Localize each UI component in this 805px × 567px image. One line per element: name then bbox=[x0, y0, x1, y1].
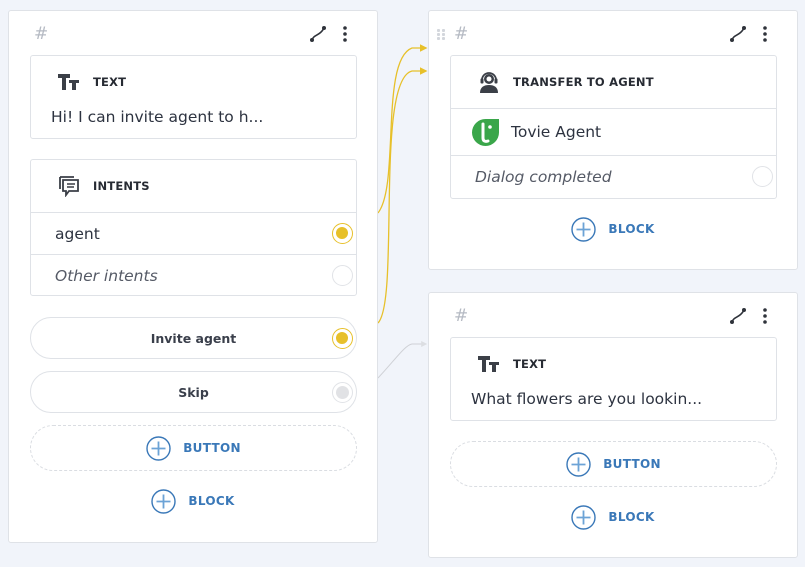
intents-block-title: INTENTS bbox=[31, 160, 356, 212]
connector-invite-agent-to-transfer[interactable] bbox=[377, 67, 428, 324]
route-icon[interactable] bbox=[729, 25, 747, 43]
text-block-label: TEXT bbox=[93, 75, 127, 89]
add-button-label: BUTTON bbox=[183, 441, 241, 455]
intent-row-agent[interactable]: agent bbox=[31, 212, 356, 254]
agent-name: Tovie Agent bbox=[511, 123, 602, 141]
text-block[interactable]: TEXT What flowers are you lookin... bbox=[450, 337, 777, 421]
tovie-logo-icon bbox=[472, 118, 499, 146]
transfer-to-agent-block[interactable]: TRANSFER TO AGENT Tovie Agent Dialog com… bbox=[450, 55, 777, 199]
add-block-label: BLOCK bbox=[608, 510, 655, 524]
text-block-title: TEXT bbox=[451, 338, 776, 390]
option-connector-dot[interactable] bbox=[752, 166, 773, 187]
add-button-button[interactable]: BUTTON bbox=[450, 441, 777, 487]
hash-tag-icon[interactable]: # bbox=[454, 23, 468, 45]
intent-connector-dot[interactable] bbox=[332, 223, 353, 244]
plus-circle-icon bbox=[151, 488, 177, 514]
intents-block[interactable]: INTENTS agent Other intents bbox=[30, 159, 357, 296]
text-format-icon bbox=[57, 70, 81, 94]
intent-label: agent bbox=[55, 224, 100, 243]
intents-block-label: INTENTS bbox=[93, 179, 150, 193]
add-block-label: BLOCK bbox=[188, 494, 235, 508]
text-block-title: TEXT bbox=[31, 56, 356, 108]
card-header: # bbox=[429, 23, 797, 45]
text-format-icon bbox=[477, 352, 501, 376]
transfer-block-label: TRANSFER TO AGENT bbox=[513, 75, 654, 89]
plus-circle-icon bbox=[146, 435, 171, 461]
screen-card-intro[interactable]: # TEXT Hi! I can invite agent to h... IN… bbox=[8, 10, 378, 543]
status-option-label: Dialog completed bbox=[475, 167, 612, 186]
hash-tag-icon[interactable]: # bbox=[454, 305, 468, 327]
add-button-label: BUTTON bbox=[603, 457, 661, 471]
route-icon[interactable] bbox=[729, 307, 747, 325]
screen-card-flowers[interactable]: # TEXT What flowers are you lookin... BU… bbox=[428, 292, 798, 558]
intent-row-other[interactable]: Other intents bbox=[31, 254, 356, 296]
more-vertical-icon[interactable] bbox=[340, 25, 350, 43]
add-block-label: BLOCK bbox=[608, 222, 655, 236]
add-block-button[interactable]: BLOCK bbox=[9, 487, 377, 515]
transfer-block-title: TRANSFER TO AGENT bbox=[451, 56, 776, 108]
intent-label: Other intents bbox=[55, 266, 158, 285]
button-connector-dot[interactable] bbox=[332, 328, 353, 349]
hash-tag-icon[interactable]: # bbox=[34, 23, 48, 45]
add-block-button[interactable]: BLOCK bbox=[429, 215, 797, 243]
add-block-button[interactable]: BLOCK bbox=[429, 503, 797, 531]
button-label: Invite agent bbox=[150, 330, 237, 346]
plus-circle-icon bbox=[571, 504, 597, 530]
operator-headset-icon bbox=[477, 70, 501, 94]
button-invite-agent[interactable]: Invite agent bbox=[30, 317, 357, 359]
route-icon[interactable] bbox=[309, 25, 327, 43]
more-vertical-icon[interactable] bbox=[760, 25, 770, 43]
plus-circle-icon bbox=[566, 451, 591, 477]
plus-circle-icon bbox=[571, 216, 597, 242]
drag-handle-icon[interactable] bbox=[437, 29, 445, 40]
intent-connector-dot[interactable] bbox=[332, 265, 353, 286]
card-header: # bbox=[9, 23, 377, 45]
intents-chat-icon bbox=[57, 174, 81, 198]
add-button-button[interactable]: BUTTON bbox=[30, 425, 357, 471]
button-skip[interactable]: Skip bbox=[30, 371, 357, 413]
button-connector-dot[interactable] bbox=[332, 382, 353, 403]
dialog-completed-row[interactable]: Dialog completed bbox=[451, 155, 776, 197]
connector-skip-to-flowers[interactable] bbox=[377, 341, 428, 379]
text-block-label: TEXT bbox=[513, 357, 547, 371]
agent-row[interactable]: Tovie Agent bbox=[451, 108, 776, 155]
card-header: # bbox=[429, 305, 797, 327]
text-block-content: Hi! I can invite agent to h... bbox=[51, 108, 264, 126]
connector-agent-to-transfer[interactable] bbox=[377, 44, 428, 214]
screen-card-transfer[interactable]: # TRANSFER TO AGENT Tovie Agent Dialog c… bbox=[428, 10, 798, 270]
text-block-content: What flowers are you lookin... bbox=[471, 390, 703, 408]
button-label: Skip bbox=[178, 384, 209, 400]
text-block[interactable]: TEXT Hi! I can invite agent to h... bbox=[30, 55, 357, 139]
more-vertical-icon[interactable] bbox=[760, 307, 770, 325]
